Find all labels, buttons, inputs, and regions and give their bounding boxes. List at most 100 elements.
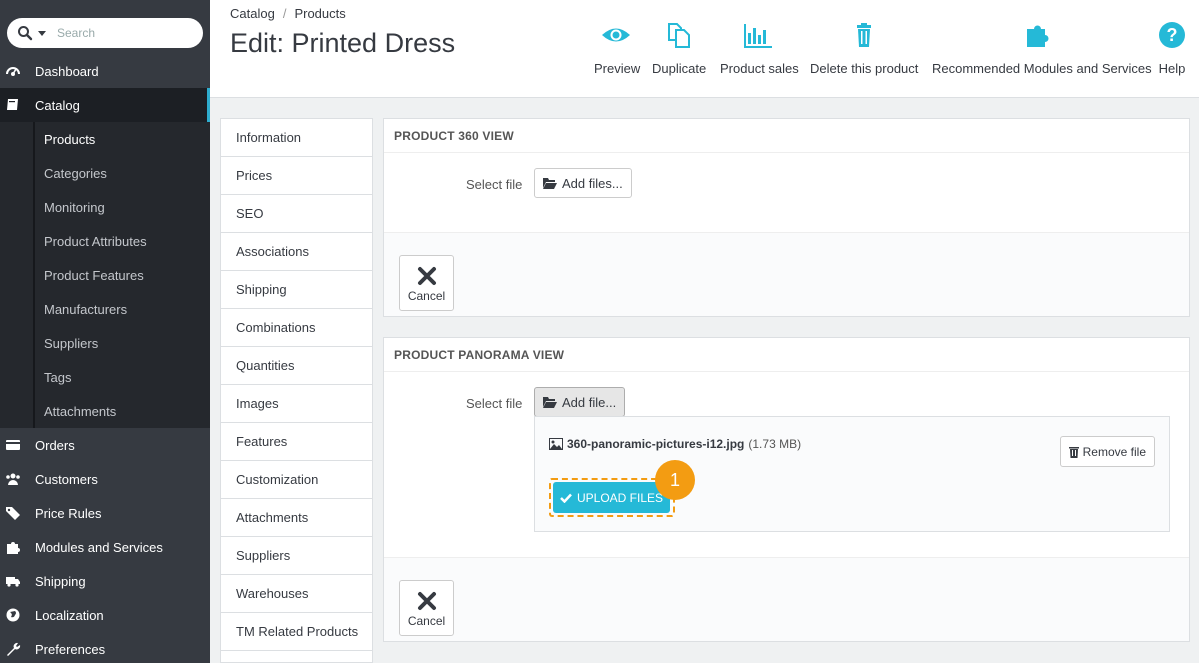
- sidebar-subitem-manufacturers[interactable]: Manufacturers: [0, 292, 210, 326]
- tab-features[interactable]: Features: [221, 423, 372, 461]
- sidebar-item-label: Dashboard: [35, 63, 99, 79]
- panel-title: PRODUCT 360 VIEW: [384, 119, 1189, 153]
- eye-icon: [602, 28, 630, 42]
- file-info: 360-panoramic-pictures-i12.jpg (1.73 MB): [549, 437, 801, 451]
- tab-prices[interactable]: Prices: [221, 157, 372, 195]
- select-file-label: Select file: [466, 177, 523, 192]
- remove-file-button[interactable]: Remove file: [1059, 436, 1155, 467]
- wrench-icon: [7, 642, 21, 656]
- tab-attachments[interactable]: Attachments: [221, 499, 372, 537]
- help-button[interactable]: ? Help: [1156, 20, 1188, 76]
- tab-customization[interactable]: Customization: [221, 461, 372, 499]
- delete-product-button[interactable]: Delete this product: [810, 20, 918, 76]
- sidebar-item-dashboard[interactable]: Dashboard: [0, 54, 210, 88]
- tab-tm-related-products[interactable]: TM Related Products: [221, 613, 372, 651]
- file-size: (1.73 MB): [748, 437, 802, 451]
- globe-icon: [6, 608, 20, 622]
- sidebar-item-preferences[interactable]: Preferences: [0, 632, 210, 663]
- select-file-label: Select file: [466, 396, 523, 411]
- breadcrumb: Catalog / Products: [230, 6, 346, 21]
- selected-file-box: 360-panoramic-pictures-i12.jpg (1.73 MB)…: [534, 416, 1170, 532]
- recommended-modules-button[interactable]: Recommended Modules and Services: [932, 20, 1152, 76]
- product-sales-button[interactable]: Product sales: [720, 20, 799, 76]
- tab-quantities[interactable]: Quantities: [221, 347, 372, 385]
- close-icon: [417, 592, 436, 610]
- panel-footer: Cancel: [384, 557, 1189, 641]
- sidebar-item-label: Modules and Services: [35, 539, 163, 555]
- search-input[interactable]: [57, 23, 197, 43]
- product-panorama-panel: PRODUCT PANORAMA VIEW Select file Add fi…: [383, 337, 1190, 642]
- file-name: 360-panoramic-pictures-i12.jpg: [567, 437, 745, 451]
- tab-combinations[interactable]: Combinations: [221, 309, 372, 347]
- trash-icon: [857, 23, 871, 47]
- sidebar-subitem-suppliers[interactable]: Suppliers: [0, 326, 210, 360]
- page-title: Edit: Printed Dress: [230, 28, 456, 58]
- sidebar-item-modules[interactable]: Modules and Services: [0, 530, 210, 564]
- puzzle-icon: [1027, 25, 1049, 47]
- sidebar-item-label: Orders: [35, 437, 75, 453]
- sidebar-subitem-monitoring[interactable]: Monitoring: [0, 190, 210, 224]
- tab-suppliers[interactable]: Suppliers: [221, 537, 372, 575]
- credit-card-icon: [6, 440, 20, 450]
- add-files-button[interactable]: Add files...: [534, 168, 632, 198]
- search-icon[interactable]: [17, 25, 33, 41]
- close-icon: [417, 267, 436, 285]
- cancel-button[interactable]: Cancel: [399, 255, 454, 311]
- add-file-button[interactable]: Add file...: [534, 387, 626, 417]
- duplicate-button[interactable]: Duplicate: [652, 20, 706, 76]
- preview-button[interactable]: Preview: [594, 20, 640, 76]
- breadcrumb-products[interactable]: Products: [294, 6, 345, 21]
- check-icon: [560, 493, 572, 503]
- tag-icon: [6, 507, 20, 520]
- bar-chart-icon: [744, 24, 772, 48]
- dashboard-icon: [6, 67, 20, 76]
- sidebar-subitem-product-features[interactable]: Product Features: [0, 258, 210, 292]
- sidebar-item-label: Preferences: [35, 641, 106, 657]
- image-icon: [549, 438, 563, 450]
- chevron-down-icon[interactable]: [38, 31, 46, 36]
- sidebar-item-localization[interactable]: Localization: [0, 598, 210, 632]
- upload-files-button[interactable]: UPLOAD FILES: [553, 482, 670, 513]
- sidebar-item-label: Localization: [35, 607, 104, 623]
- breadcrumb-catalog[interactable]: Catalog: [230, 6, 275, 21]
- book-icon: [7, 99, 18, 110]
- sidebar-subitem-tags[interactable]: Tags: [0, 360, 210, 394]
- sidebar-item-label: Customers: [35, 471, 98, 487]
- tab-warehouses[interactable]: Warehouses: [221, 575, 372, 613]
- panel-title: PRODUCT PANORAMA VIEW: [384, 338, 1189, 372]
- product-360-panel: PRODUCT 360 VIEW Select file Add files..…: [383, 118, 1190, 317]
- sidebar-item-orders[interactable]: Orders: [0, 428, 210, 462]
- sidebar-item-catalog[interactable]: Catalog: [0, 88, 210, 122]
- sidebar: Dashboard Catalog Products Categories Mo…: [0, 0, 210, 663]
- tab-associations[interactable]: Associations: [221, 233, 372, 271]
- sidebar-item-label: Shipping: [35, 573, 86, 589]
- tab-images[interactable]: Images: [221, 385, 372, 423]
- svg-text:?: ?: [1167, 25, 1178, 45]
- catalog-submenu: Products Categories Monitoring Product A…: [0, 122, 210, 428]
- sidebar-item-label: Price Rules: [35, 505, 102, 521]
- sidebar-subitem-attachments[interactable]: Attachments: [0, 394, 210, 428]
- sidebar-subitem-product-attributes[interactable]: Product Attributes: [0, 224, 210, 258]
- truck-icon: [6, 577, 20, 587]
- tab-information[interactable]: Information: [221, 119, 372, 157]
- tab-shipping[interactable]: Shipping: [221, 271, 372, 309]
- folder-open-icon: [543, 178, 557, 189]
- trash-icon: [1068, 446, 1079, 458]
- sidebar-subitem-categories[interactable]: Categories: [0, 156, 210, 190]
- sidebar-item-price-rules[interactable]: Price Rules: [0, 496, 210, 530]
- panel-footer: Cancel: [384, 232, 1189, 316]
- sidebar-item-label: Catalog: [35, 97, 80, 113]
- sidebar-item-customers[interactable]: Customers: [0, 462, 210, 496]
- sidebar-item-shipping[interactable]: Shipping: [0, 564, 210, 598]
- puzzle-icon: [7, 542, 20, 554]
- folder-open-icon: [543, 397, 557, 408]
- step-badge: 1: [655, 460, 695, 500]
- search-box[interactable]: [7, 18, 203, 48]
- product-tabs: Information Prices SEO Associations Ship…: [220, 118, 373, 663]
- copy-icon: [668, 23, 690, 48]
- cancel-button[interactable]: Cancel: [399, 580, 454, 636]
- help-icon: ?: [1159, 22, 1185, 48]
- sidebar-subitem-products[interactable]: Products: [0, 122, 210, 156]
- tab-seo[interactable]: SEO: [221, 195, 372, 233]
- page-header: Catalog / Products Edit: Printed Dress Pre…: [210, 0, 1199, 98]
